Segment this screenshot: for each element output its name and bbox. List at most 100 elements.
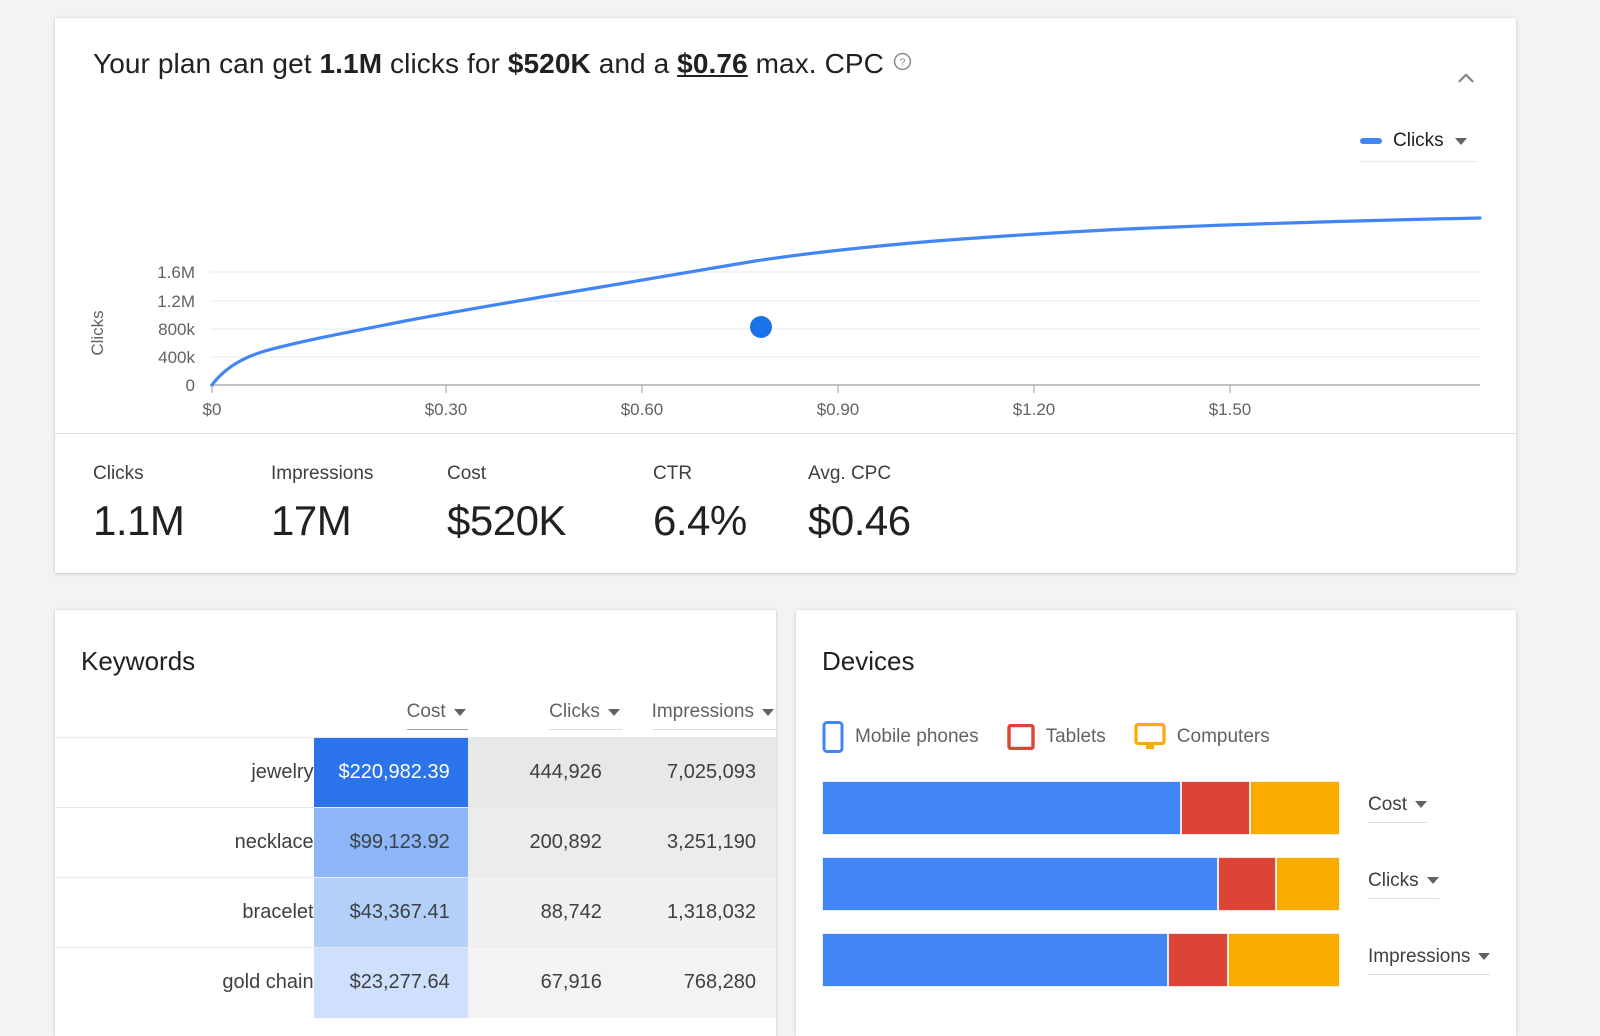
headline-max-cpc[interactable]: $0.76 <box>677 48 748 79</box>
cell-cost: $23,277.64 <box>314 948 468 1018</box>
chevron-up-icon <box>1453 65 1479 91</box>
legend-item-computers[interactable]: Computers <box>1134 723 1270 751</box>
bar-row-clicks: Clicks <box>822 857 1516 911</box>
column-header-label: Impressions <box>652 701 754 723</box>
bar-segment-mobile <box>822 781 1181 835</box>
bar-segment-mobile <box>822 933 1168 987</box>
column-header-clicks[interactable]: Clicks <box>468 701 622 738</box>
legend-label-mobile: Mobile phones <box>855 726 979 748</box>
devices-title: Devices <box>796 610 1516 677</box>
bar-segment-mobile <box>822 857 1218 911</box>
bar-metric-selector-cost[interactable]: Cost <box>1368 794 1427 823</box>
headline-clicks: 1.1M <box>320 48 383 79</box>
metric-value: 6.4% <box>653 497 808 545</box>
bar-segment-computers <box>1228 933 1340 987</box>
y-tick-label: 0 <box>186 376 195 395</box>
cell-clicks: 444,926 <box>468 738 622 808</box>
column-header-label: Cost <box>407 701 446 723</box>
caret-down-icon <box>454 709 466 716</box>
caret-down-icon <box>1478 953 1490 960</box>
cell-cost: $99,123.92 <box>314 808 468 878</box>
forecast-header: Your plan can get 1.1M clicks for $520K … <box>55 18 1516 108</box>
bar-row-cost: Cost <box>822 781 1516 835</box>
keyword-link[interactable]: gold chain <box>55 948 314 1018</box>
x-tick-label: $1.50 <box>1209 400 1252 419</box>
cell-impressions: 7,025,093 <box>622 738 776 808</box>
bar-segment-tablets <box>1218 857 1277 911</box>
table-row: gold chain $23,277.64 67,916 768,280 <box>55 948 776 1018</box>
keywords-card: Keywords Cost Clicks <box>55 610 776 1036</box>
help-circle-icon[interactable]: ? <box>893 46 912 65</box>
legend-label-computers: Computers <box>1177 726 1270 748</box>
metric-value: $0.46 <box>808 497 968 545</box>
bar-label-text: Impressions <box>1368 946 1470 968</box>
caret-down-icon <box>1415 801 1427 808</box>
cell-clicks: 67,916 <box>468 948 622 1018</box>
stacked-bar <box>822 781 1340 835</box>
caret-down-icon <box>1427 877 1439 884</box>
legend-item-mobile[interactable]: Mobile phones <box>822 721 979 753</box>
metric-clicks: Clicks 1.1M <box>93 463 271 545</box>
keywords-title: Keywords <box>55 610 776 677</box>
metric-cost: Cost $520K <box>447 463 653 545</box>
keyword-column-header <box>55 701 314 738</box>
metric-label: Avg. CPC <box>808 463 968 485</box>
keywords-table: Cost Clicks Impressions <box>55 701 776 1018</box>
x-tick-label: $1.20 <box>1013 400 1056 419</box>
bar-segment-computers <box>1276 857 1340 911</box>
y-tick-label: 1.6M <box>157 263 195 282</box>
cell-clicks: 88,742 <box>468 878 622 948</box>
svg-text:?: ? <box>900 57 906 68</box>
table-row: bracelet $43,367.41 88,742 1,318,032 <box>55 878 776 948</box>
keyword-link[interactable]: necklace <box>55 808 314 878</box>
devices-bars: Cost Clicks <box>796 753 1516 987</box>
y-tick-label: 400k <box>158 348 195 367</box>
stacked-bar <box>822 857 1340 911</box>
legend-item-tablets[interactable]: Tablets <box>1007 724 1106 750</box>
bar-segment-computers <box>1250 781 1340 835</box>
caret-down-icon <box>762 709 774 716</box>
selected-point-marker[interactable] <box>750 316 772 338</box>
metrics-summary: Clicks 1.1M Impressions 17M Cost $520K C… <box>55 433 1516 573</box>
bar-label-text: Clicks <box>1368 870 1419 892</box>
x-tick-label: $0.60 <box>621 400 664 419</box>
cell-impressions: 768,280 <box>622 948 776 1018</box>
mobile-phone-icon <box>822 721 844 753</box>
headline-mid1: clicks for <box>382 48 508 79</box>
x-tick-label: $0 <box>203 400 222 419</box>
headline-suffix: max. CPC <box>748 48 884 79</box>
headline-prefix: Your plan can get <box>93 48 320 79</box>
bar-segment-tablets <box>1168 933 1229 987</box>
x-tick-label: $0.30 <box>425 400 468 419</box>
collapse-panel-button[interactable] <box>1446 58 1486 98</box>
devices-card: Devices Mobile phones Tablets Compute <box>796 610 1516 1036</box>
metric-label: Impressions <box>271 463 447 485</box>
column-header-label: Clicks <box>549 701 600 723</box>
metric-label: Clicks <box>93 463 271 485</box>
stacked-bar <box>822 933 1340 987</box>
cell-clicks: 200,892 <box>468 808 622 878</box>
metric-value: 17M <box>271 497 447 545</box>
chart-canvas: 1.6M 1.2M 800k 400k 0 Clicks <box>55 108 1516 433</box>
column-header-impressions[interactable]: Impressions <box>622 701 776 738</box>
cell-impressions: 1,318,032 <box>622 878 776 948</box>
metric-label: CTR <box>653 463 808 485</box>
column-header-cost[interactable]: Cost <box>314 701 468 738</box>
bar-label-text: Cost <box>1368 794 1407 816</box>
bar-metric-selector-impressions[interactable]: Impressions <box>1368 946 1490 975</box>
computer-monitor-icon <box>1134 723 1166 751</box>
metric-value: 1.1M <box>93 497 271 545</box>
metric-ctr: CTR 6.4% <box>653 463 808 545</box>
keyword-link[interactable]: jewelry <box>55 738 314 808</box>
headline-mid2: and a <box>591 48 677 79</box>
keyword-link[interactable]: bracelet <box>55 878 314 948</box>
y-tick-label: 1.2M <box>157 292 195 311</box>
forecast-chart: Clicks 1.6M 1.2M 800k 400k <box>55 108 1516 433</box>
cell-cost: $43,367.41 <box>314 878 468 948</box>
table-row: necklace $99,123.92 200,892 3,251,190 <box>55 808 776 878</box>
metric-impressions: Impressions 17M <box>271 463 447 545</box>
page-title: Your plan can get 1.1M clicks for $520K … <box>93 46 912 80</box>
table-row: jewelry $220,982.39 444,926 7,025,093 <box>55 738 776 808</box>
bar-metric-selector-clicks[interactable]: Clicks <box>1368 870 1439 899</box>
headline-cost: $520K <box>508 48 591 79</box>
